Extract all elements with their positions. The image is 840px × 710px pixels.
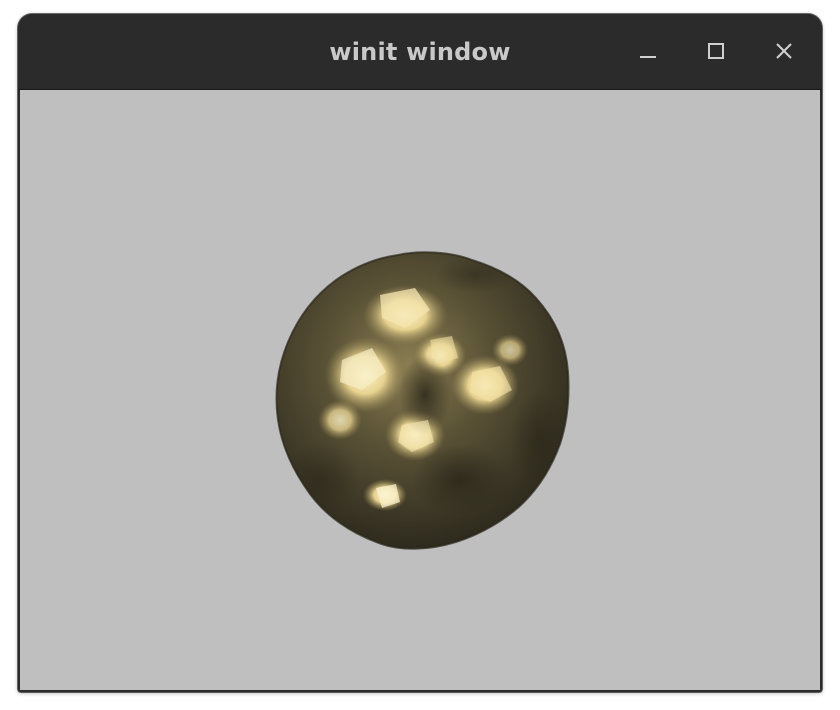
lit-sphere-object xyxy=(275,251,570,550)
close-button[interactable] xyxy=(767,34,801,68)
rendered-scene xyxy=(275,251,570,550)
close-icon xyxy=(776,43,792,59)
minimize-button[interactable] xyxy=(631,34,665,68)
app-window: winit window xyxy=(18,14,822,692)
title-bar[interactable]: winit window xyxy=(18,14,822,90)
maximize-icon xyxy=(708,43,724,59)
render-canvas[interactable] xyxy=(20,90,820,690)
maximize-button[interactable] xyxy=(699,34,733,68)
minimize-icon xyxy=(640,56,656,58)
